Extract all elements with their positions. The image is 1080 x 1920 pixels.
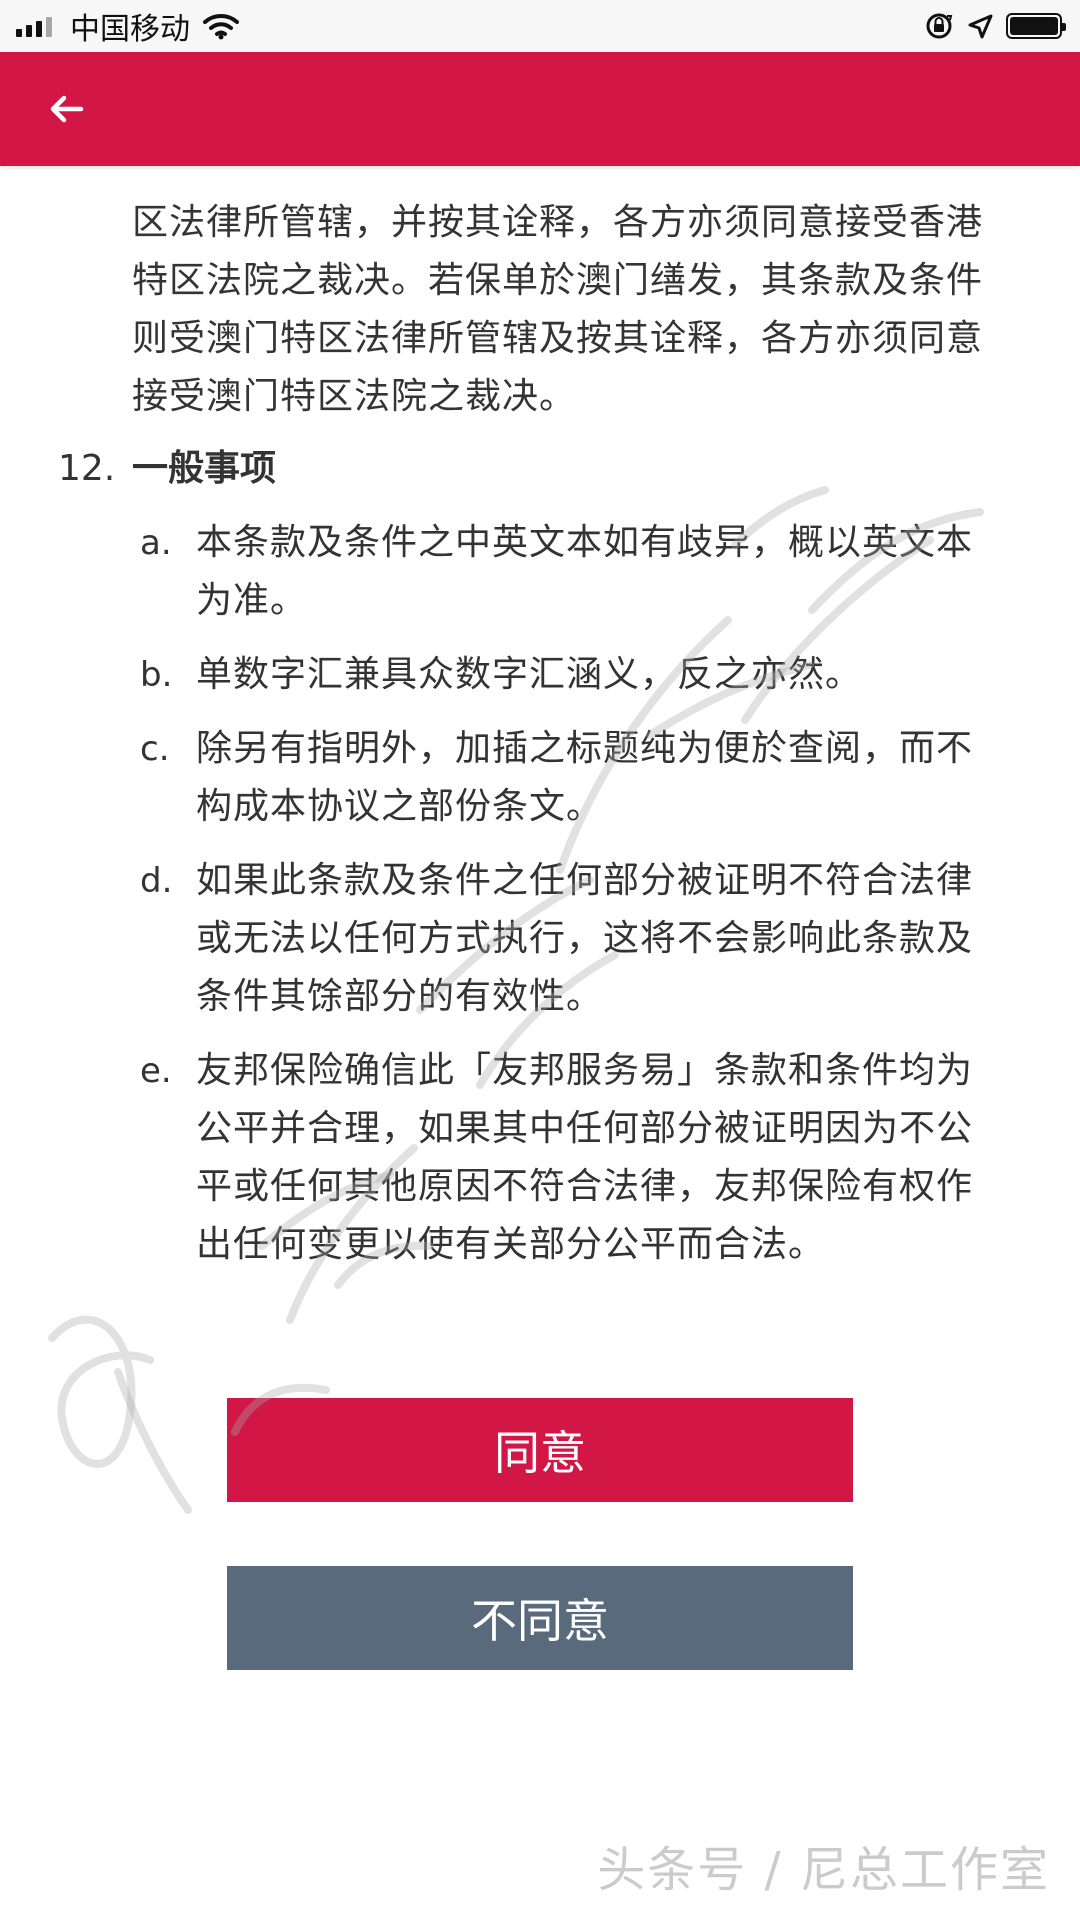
clause-text: 如果此条款及条件之任何部分被证明不符合法律或无法以任何方式执行，这将不会影响此条… bbox=[196, 860, 974, 1017]
clause-marker: a. bbox=[140, 523, 172, 563]
section-heading: 12. 一般事项 bbox=[58, 440, 1008, 498]
terms-continuation-text: 区法律所管辖，并按其诠释，各方亦须同意接受香港特区法院之裁决。若保单於澳门缮发，… bbox=[132, 202, 984, 417]
clause-marker: d. bbox=[140, 861, 173, 901]
orientation-lock-icon bbox=[926, 13, 953, 39]
clause-item-e: e. 友邦保险确信此「友邦服务易」条款和条件均为公平并合理，如果其中任何部分被证… bbox=[140, 1042, 1000, 1274]
signal-icon bbox=[16, 15, 52, 37]
general-matters-section: 12. 一般事项 a. 本条款及条件之中英文本如有歧异，概以英文本为准。 b. … bbox=[58, 440, 1008, 1290]
section-number: 12. bbox=[58, 448, 116, 489]
location-arrow-icon bbox=[968, 14, 993, 39]
status-bar: 中国移动 bbox=[0, 0, 1080, 52]
agree-button[interactable]: 同意 bbox=[227, 1398, 853, 1502]
status-bar-right bbox=[924, 11, 1066, 41]
back-button[interactable] bbox=[18, 52, 114, 166]
carrier-label: 中国移动 bbox=[70, 12, 190, 47]
clause-item-a: a. 本条款及条件之中英文本如有歧异，概以英文本为准。 bbox=[140, 514, 1000, 630]
clause-marker: e. bbox=[140, 1051, 172, 1091]
clause-marker: c. bbox=[140, 729, 170, 769]
clause-list: a. 本条款及条件之中英文本如有歧异，概以英文本为准。 b. 单数字汇兼具众数字… bbox=[140, 514, 1000, 1274]
clause-marker: b. bbox=[140, 655, 173, 695]
bottom-watermark: 头条号 / 尼总工作室 bbox=[597, 1842, 1050, 1898]
clause-text: 单数字汇兼具众数字汇涵义，反之亦然。 bbox=[196, 654, 863, 695]
terms-content: 区法律所管辖，并按其诠释，各方亦须同意接受香港特区法院之裁决。若保单於澳门缮发，… bbox=[0, 148, 1080, 1920]
clause-item-b: b. 单数字汇兼具众数字汇涵义，反之亦然。 bbox=[140, 646, 1000, 704]
clause-text: 友邦保险确信此「友邦服务易」条款和条件均为公平并合理，如果其中任何部分被证明因为… bbox=[196, 1050, 974, 1265]
arrow-left-icon bbox=[50, 95, 84, 123]
app-header bbox=[0, 52, 1080, 166]
section-title: 一般事项 bbox=[132, 448, 277, 489]
wifi-icon bbox=[203, 14, 239, 40]
clause-item-d: d. 如果此条款及条件之任何部分被证明不符合法律或无法以任何方式执行，这将不会影… bbox=[140, 852, 1000, 1026]
terms-actions: 同意 不同意 bbox=[227, 1398, 853, 1734]
battery-icon bbox=[1006, 13, 1066, 39]
status-bar-left: 中国移动 bbox=[16, 4, 240, 48]
clause-text: 除另有指明外，加插之标题纯为便於查阅，而不构成本协议之部份条文。 bbox=[196, 728, 974, 827]
battery-level bbox=[1010, 17, 1058, 35]
clause-item-c: c. 除另有指明外，加插之标题纯为便於查阅，而不构成本协议之部份条文。 bbox=[140, 720, 1000, 836]
clause-text: 本条款及条件之中英文本如有歧异，概以英文本为准。 bbox=[196, 522, 974, 621]
disagree-button[interactable]: 不同意 bbox=[227, 1566, 853, 1670]
